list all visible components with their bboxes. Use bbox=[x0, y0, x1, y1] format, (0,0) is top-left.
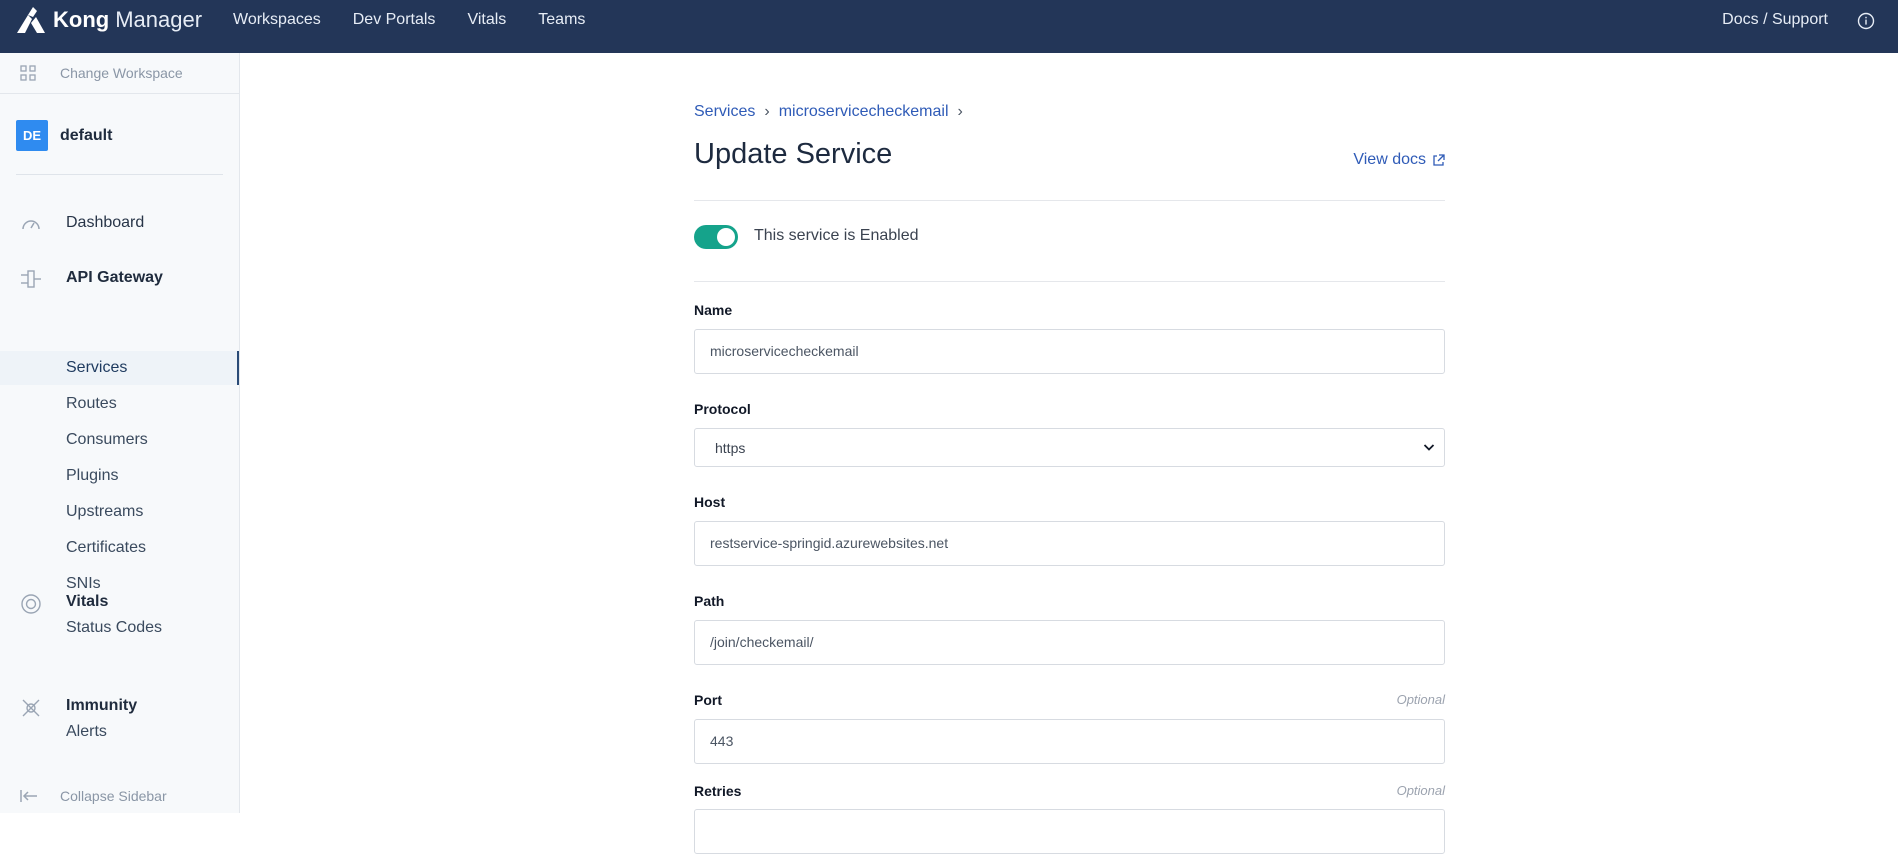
nav-teams[interactable]: Teams bbox=[538, 11, 585, 29]
sidebar-item-alerts[interactable]: Alerts bbox=[0, 715, 239, 749]
api-gateway-icon bbox=[21, 270, 41, 288]
name-field[interactable]: microservicecheckemail bbox=[694, 329, 1445, 374]
port-optional-hint: Optional bbox=[1396, 692, 1445, 707]
sidebar-item-label: Routes bbox=[66, 395, 117, 412]
name-label: Name bbox=[694, 302, 733, 318]
sidebar-divider bbox=[16, 174, 223, 175]
retries-label: Retries bbox=[694, 783, 742, 799]
sidebar-section-label: API Gateway bbox=[66, 269, 163, 286]
sidebar-item-label: Plugins bbox=[66, 467, 119, 484]
sidebar-item-plugins[interactable]: Plugins bbox=[0, 459, 239, 493]
workspace-name: default bbox=[60, 126, 113, 144]
path-label: Path bbox=[694, 593, 725, 609]
external-link-icon bbox=[1433, 153, 1445, 166]
sidebar-item-label: Services bbox=[66, 359, 128, 376]
breadcrumb-separator: › bbox=[764, 103, 770, 120]
view-docs-link[interactable]: View docs bbox=[1353, 151, 1445, 169]
toggle-label: This service is Enabled bbox=[754, 227, 919, 244]
breadcrumb-services[interactable]: Services bbox=[694, 103, 755, 121]
name-value: microservicecheckemail bbox=[710, 343, 859, 359]
sidebar-item-label: Status Codes bbox=[66, 619, 163, 636]
sidebar-item-certificates[interactable]: Certificates bbox=[0, 531, 239, 565]
port-field[interactable]: 443 bbox=[694, 719, 1445, 764]
brand-product: Manager bbox=[115, 7, 203, 32]
sidebar-section-label: Vitals bbox=[66, 593, 109, 610]
brand-name: Kong bbox=[53, 7, 110, 32]
sidebar-item-label: Dashboard bbox=[66, 214, 145, 231]
divider bbox=[694, 281, 1445, 282]
sidebar-item-label: Alerts bbox=[66, 723, 107, 740]
protocol-label: Protocol bbox=[694, 401, 751, 417]
sidebar-section-label: Immunity bbox=[66, 697, 138, 714]
sidebar-item-dashboard[interactable]: Dashboard bbox=[0, 210, 239, 238]
sidebar-item-routes[interactable]: Routes bbox=[0, 387, 239, 421]
speedometer-icon bbox=[22, 220, 40, 230]
top-navbar: Kong Manager Workspaces Dev Portals Vita… bbox=[0, 0, 1898, 53]
collapse-sidebar-label: Collapse Sidebar bbox=[60, 788, 167, 804]
collapse-arrow-icon bbox=[20, 790, 37, 802]
breadcrumb-separator: › bbox=[957, 103, 963, 120]
protocol-value: https bbox=[715, 440, 746, 456]
host-label: Host bbox=[694, 494, 726, 510]
retries-optional-hint: Optional bbox=[1396, 783, 1445, 798]
retries-field[interactable] bbox=[694, 809, 1445, 854]
change-workspace-label: Change Workspace bbox=[60, 65, 183, 81]
toggle-knob bbox=[717, 228, 735, 246]
collapse-sidebar-button[interactable]: Collapse Sidebar bbox=[0, 777, 239, 813]
breadcrumb: Services › microservicecheckemail › bbox=[694, 103, 972, 121]
sidebar-item-label: Certificates bbox=[66, 539, 147, 556]
nav-workspaces[interactable]: Workspaces bbox=[233, 11, 321, 29]
sidebar-item-consumers[interactable]: Consumers bbox=[0, 423, 239, 457]
chevron-down-icon bbox=[1423, 444, 1435, 451]
top-nav: Workspaces Dev Portals Vitals Teams bbox=[233, 11, 617, 29]
page-title: Update Service bbox=[694, 138, 893, 170]
sidebar-item-services[interactable]: Services bbox=[0, 351, 239, 385]
breadcrumb-service[interactable]: microservicecheckemail bbox=[779, 103, 949, 121]
current-workspace[interactable]: DE default bbox=[16, 120, 112, 151]
view-docs-label: View docs bbox=[1353, 151, 1426, 168]
grid-icon bbox=[20, 65, 36, 81]
sidebar-item-label: Upstreams bbox=[66, 503, 144, 520]
nav-vitals[interactable]: Vitals bbox=[467, 11, 506, 29]
kong-logo-icon bbox=[17, 7, 45, 33]
host-field[interactable]: restservice-springid.azurewebsites.net bbox=[694, 521, 1445, 566]
info-icon[interactable] bbox=[1857, 12, 1875, 30]
sidebar-section-api-gateway[interactable]: API Gateway bbox=[0, 265, 239, 293]
path-value: /join/checkemail/ bbox=[710, 634, 814, 650]
nav-dev-portals[interactable]: Dev Portals bbox=[353, 11, 436, 29]
kong-logo[interactable]: Kong Manager bbox=[15, 5, 202, 35]
protocol-select[interactable]: https bbox=[694, 428, 1445, 467]
sidebar-item-label: Consumers bbox=[66, 431, 148, 448]
change-workspace-button[interactable]: Change Workspace bbox=[0, 53, 239, 94]
port-label: Port bbox=[694, 692, 722, 708]
host-value: restservice-springid.azurewebsites.net bbox=[710, 535, 949, 551]
path-field[interactable]: /join/checkemail/ bbox=[694, 620, 1445, 665]
workspace-avatar: DE bbox=[16, 120, 48, 151]
port-value: 443 bbox=[710, 733, 734, 749]
sidebar: Change Workspace DE default Dashboard AP… bbox=[0, 53, 240, 813]
sidebar-item-status-codes[interactable]: Status Codes bbox=[0, 611, 239, 645]
sidebar-item-upstreams[interactable]: Upstreams bbox=[0, 495, 239, 529]
service-enabled-toggle[interactable] bbox=[694, 225, 738, 249]
divider bbox=[694, 200, 1445, 201]
docs-support-link[interactable]: Docs / Support bbox=[1722, 11, 1828, 29]
